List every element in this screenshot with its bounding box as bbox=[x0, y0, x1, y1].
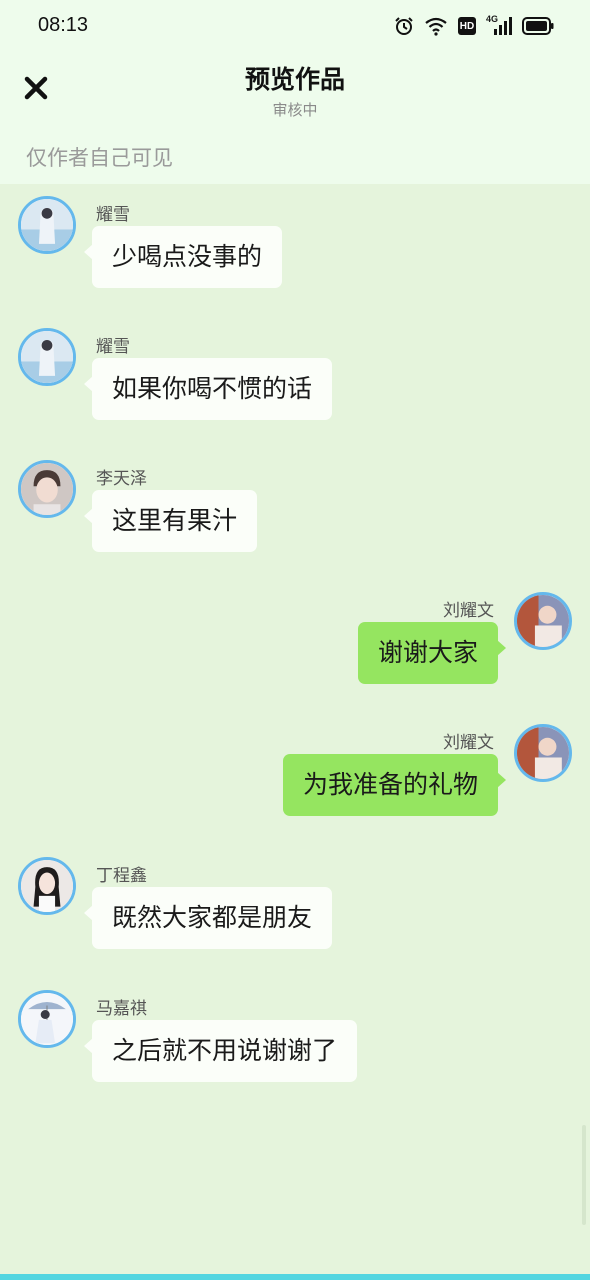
avatar-dingchengxin[interactable] bbox=[18, 857, 76, 915]
sender-name: 耀雪 bbox=[96, 337, 130, 357]
avatar-litianze[interactable] bbox=[18, 460, 76, 518]
message-bubble[interactable]: 之后就不用说谢谢了 bbox=[83, 1020, 358, 1082]
avatar-yaoxue[interactable] bbox=[18, 196, 76, 254]
sender-name: 耀雪 bbox=[96, 205, 130, 225]
bottom-bar bbox=[0, 1274, 590, 1280]
avatar-majiaqi[interactable] bbox=[18, 990, 76, 1048]
avatar-yaoxue[interactable] bbox=[18, 328, 76, 386]
message-bubble[interactable]: 如果你喝不惯的话 bbox=[83, 358, 333, 420]
message-bubble[interactable]: 这里有果汁 bbox=[83, 490, 258, 552]
message-bubble[interactable]: 谢谢大家 bbox=[357, 622, 507, 684]
status-time: 08:13 bbox=[38, 14, 89, 36]
page-title: 预览作品 bbox=[244, 65, 345, 94]
alarm-icon bbox=[394, 16, 414, 36]
sender-name: 丁程鑫 bbox=[96, 866, 147, 886]
hd-icon: HD bbox=[458, 17, 476, 35]
sender-name: 李天泽 bbox=[96, 469, 147, 489]
cellular-4g-icon: 4G bbox=[486, 14, 512, 36]
scrollbar[interactable] bbox=[582, 1125, 586, 1225]
chat-message: 马嘉祺 之后就不用说谢谢了 bbox=[0, 990, 590, 1100]
header-area: 08:13 HD 4G 预览作品 审核中 仅作者自己可见 bbox=[0, 0, 590, 184]
avatar-liuyaowen[interactable] bbox=[514, 724, 572, 782]
message-bubble[interactable]: 少喝点没事的 bbox=[83, 226, 283, 288]
message-bubble[interactable]: 为我准备的礼物 bbox=[282, 754, 507, 816]
sender-name: 刘耀文 bbox=[443, 601, 494, 621]
chat-message: 刘耀文 为我准备的礼物 bbox=[0, 724, 590, 834]
chat-message: 耀雪 如果你喝不惯的话 bbox=[0, 328, 590, 438]
sender-name: 马嘉祺 bbox=[96, 999, 147, 1019]
status-bar: 08:13 HD 4G bbox=[0, 0, 590, 52]
battery-icon bbox=[522, 17, 554, 35]
wifi-icon bbox=[424, 16, 448, 36]
chat-message: 丁程鑫 既然大家都是朋友 bbox=[0, 857, 590, 967]
chat-message: 刘耀文 谢谢大家 bbox=[0, 592, 590, 702]
chat-message: 李天泽 这里有果汁 bbox=[0, 460, 590, 570]
sender-name: 刘耀文 bbox=[443, 733, 494, 753]
page-subtitle: 审核中 bbox=[272, 101, 318, 119]
avatar-liuyaowen[interactable] bbox=[514, 592, 572, 650]
message-bubble[interactable]: 既然大家都是朋友 bbox=[83, 887, 333, 949]
chat-message: 耀雪 少喝点没事的 bbox=[0, 196, 590, 306]
visibility-note: 仅作者自己可见 bbox=[26, 146, 173, 170]
status-icons: HD 4G bbox=[394, 14, 554, 38]
